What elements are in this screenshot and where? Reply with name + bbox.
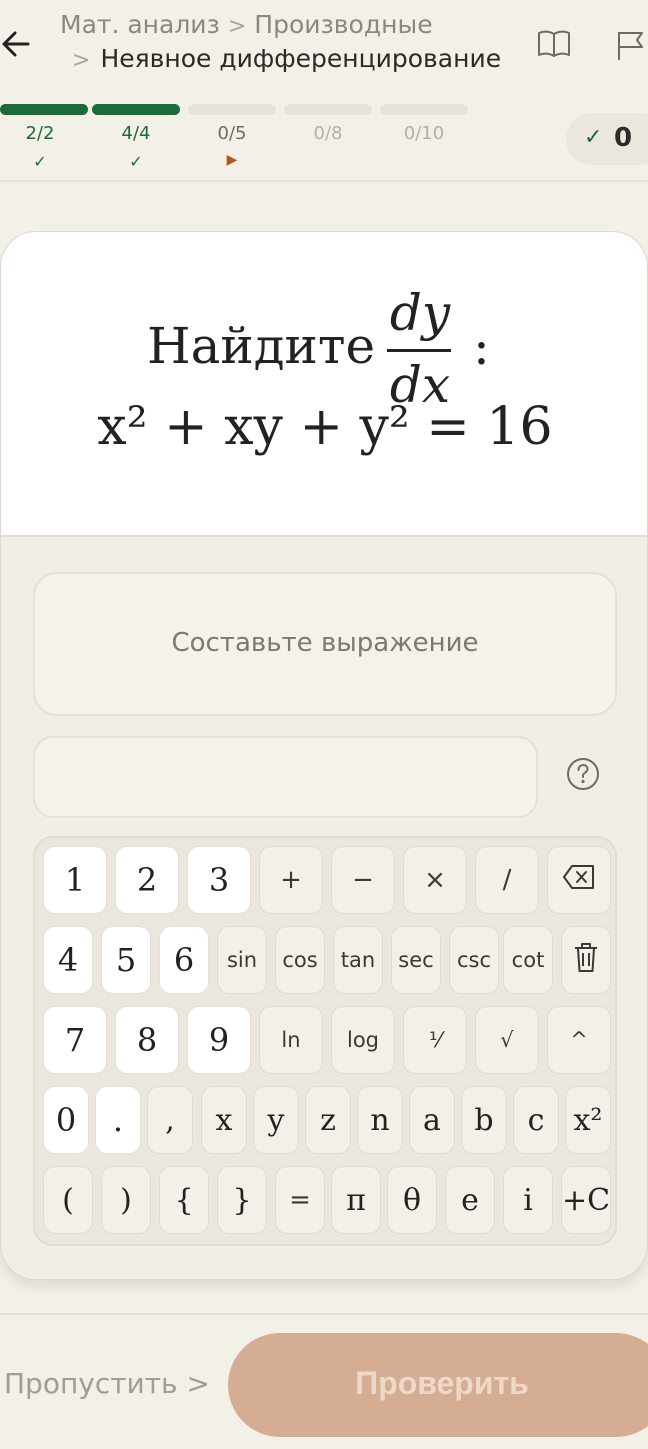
fraction-bar bbox=[387, 349, 451, 352]
keypad-key[interactable]: z bbox=[305, 1086, 351, 1154]
keypad-key[interactable]: a bbox=[409, 1086, 455, 1154]
math-keypad: 1 2 3 + − ×/ 4 5 6 sin cos tan sec csc cot 7 8 9 ln log ¹⁄ √ ^… bbox=[33, 836, 617, 1246]
keypad-key[interactable]: x² bbox=[565, 1086, 611, 1154]
keypad-key[interactable]: sec bbox=[391, 926, 441, 994]
chevron-right-icon: > bbox=[186, 1367, 210, 1400]
keypad-key[interactable]: π bbox=[331, 1166, 381, 1234]
bottom-bar: Пропустить > Проверить bbox=[0, 1313, 648, 1449]
breadcrumb-separator: > bbox=[227, 14, 247, 39]
book-icon[interactable] bbox=[536, 28, 572, 60]
current-marker-icon: ▶ bbox=[226, 152, 238, 168]
compose-placeholder: Составьте выражение bbox=[171, 628, 479, 658]
compose-area[interactable]: Составьте выражение bbox=[33, 572, 617, 716]
question-panel: Найдите dy dx : x² + xy + y² = 16 bbox=[1, 232, 647, 537]
keypad-key[interactable]: 8 bbox=[115, 1006, 179, 1074]
breadcrumb-topic[interactable]: Производные bbox=[254, 10, 432, 39]
breadcrumb: Мат. анализ > Производные bbox=[60, 10, 433, 39]
keypad-key[interactable]: { bbox=[159, 1166, 209, 1234]
keypad-key[interactable]: y bbox=[253, 1086, 299, 1154]
keypad-key[interactable]: 9 bbox=[187, 1006, 251, 1074]
keypad-key[interactable]: = bbox=[275, 1166, 325, 1234]
backspace-icon bbox=[562, 864, 596, 896]
keypad-key[interactable]: θ bbox=[387, 1166, 437, 1234]
breadcrumb-subject[interactable]: Мат. анализ bbox=[60, 10, 220, 39]
keypad-key[interactable]: √ bbox=[475, 1006, 539, 1074]
back-arrow-icon[interactable] bbox=[0, 24, 40, 64]
keypad-key[interactable]: i bbox=[503, 1166, 553, 1234]
keypad-key[interactable]: 0 bbox=[43, 1086, 89, 1154]
keypad-key[interactable]: ln bbox=[259, 1006, 323, 1074]
keypad-key[interactable]: 1 bbox=[43, 846, 107, 914]
help-icon[interactable] bbox=[565, 756, 601, 792]
progress-segment bbox=[188, 104, 276, 115]
check-button[interactable]: Проверить bbox=[228, 1333, 648, 1437]
keypad-key[interactable]: ^ bbox=[547, 1006, 611, 1074]
keypad-key[interactable]: + bbox=[259, 846, 323, 914]
progress-count[interactable]: 2/2 bbox=[0, 123, 84, 144]
keypad-key[interactable]: , bbox=[147, 1086, 193, 1154]
keypad-key[interactable]: b bbox=[461, 1086, 507, 1154]
keypad-key[interactable]: 2 bbox=[115, 846, 179, 914]
keypad-key[interactable]: 5 bbox=[101, 926, 151, 994]
keypad-key[interactable]: +C bbox=[561, 1166, 611, 1234]
question-colon: : bbox=[473, 318, 490, 376]
backspace-key[interactable] bbox=[547, 846, 611, 914]
keypad-key[interactable]: . bbox=[95, 1086, 141, 1154]
keypad-key[interactable]: csc bbox=[449, 926, 499, 994]
check-icon: ✓ bbox=[584, 125, 603, 150]
keypad-key[interactable]: × bbox=[403, 846, 467, 914]
keypad-key[interactable]: ) bbox=[101, 1166, 151, 1234]
progress-segment bbox=[380, 104, 468, 115]
keypad-key[interactable]: ¹⁄ bbox=[403, 1006, 467, 1074]
keypad-key[interactable]: c bbox=[513, 1086, 559, 1154]
flag-icon[interactable] bbox=[614, 28, 648, 62]
progress-segment bbox=[92, 104, 180, 115]
keypad-key[interactable]: 3 bbox=[187, 846, 251, 914]
trash-icon bbox=[573, 941, 599, 979]
keypad-key[interactable]: tan bbox=[333, 926, 383, 994]
progress-count[interactable]: 0/10 bbox=[380, 123, 468, 144]
keypad-key[interactable]: cos bbox=[275, 926, 325, 994]
check-icon: ✓ bbox=[129, 152, 143, 171]
keypad-key[interactable]: ( bbox=[43, 1166, 93, 1234]
breadcrumb-lesson: Неявное дифференцирование bbox=[100, 44, 502, 73]
keypad-key[interactable]: n bbox=[357, 1086, 403, 1154]
skip-label: Пропустить bbox=[4, 1367, 178, 1400]
question-equation: x² + xy + y² = 16 bbox=[97, 397, 553, 457]
fraction-numerator: dy bbox=[389, 284, 451, 342]
score-value: 0 bbox=[614, 123, 633, 153]
keypad-key[interactable]: 4 bbox=[43, 926, 93, 994]
breadcrumb-current: > Неявное дифференцирование bbox=[72, 44, 501, 73]
keypad-key[interactable]: x bbox=[201, 1086, 247, 1154]
keypad-key[interactable]: log bbox=[331, 1006, 395, 1074]
keypad-key[interactable]: e bbox=[445, 1166, 495, 1234]
keypad-key[interactable]: − bbox=[331, 846, 395, 914]
question-prompt: Найдите bbox=[147, 317, 376, 375]
derivative-fraction: dy dx bbox=[385, 284, 455, 414]
keypad-key[interactable]: sin bbox=[217, 926, 267, 994]
keypad-key[interactable]: 7 bbox=[43, 1006, 107, 1074]
keypad-key[interactable]: cot bbox=[503, 926, 553, 994]
progress-segment bbox=[284, 104, 372, 115]
keypad-key[interactable]: } bbox=[217, 1166, 267, 1234]
answer-input[interactable] bbox=[33, 736, 538, 818]
progress-count[interactable]: 0/8 bbox=[284, 123, 372, 144]
progress-segment bbox=[0, 104, 88, 115]
breadcrumb-separator: > bbox=[72, 48, 91, 73]
skip-button[interactable]: Пропустить > bbox=[4, 1367, 210, 1400]
check-icon: ✓ bbox=[33, 152, 47, 171]
keypad-key[interactable]: 6 bbox=[159, 926, 209, 994]
progress-count[interactable]: 4/4 bbox=[92, 123, 180, 144]
exercise-card: Найдите dy dx : x² + xy + y² = 16 Состав… bbox=[0, 231, 648, 1280]
trash-key[interactable] bbox=[561, 926, 611, 994]
keypad-key[interactable]: / bbox=[475, 846, 539, 914]
check-button-label: Проверить bbox=[355, 1365, 529, 1401]
score-badge: ✓ 0 bbox=[566, 113, 648, 165]
lesson-progress: 2/2 4/4 0/5 0/8 0/10 ✓ ✓ ▶ bbox=[0, 104, 480, 174]
progress-count[interactable]: 0/5 bbox=[188, 123, 276, 144]
top-bar: Мат. анализ > Производные > Неявное диффере… bbox=[0, 0, 648, 182]
